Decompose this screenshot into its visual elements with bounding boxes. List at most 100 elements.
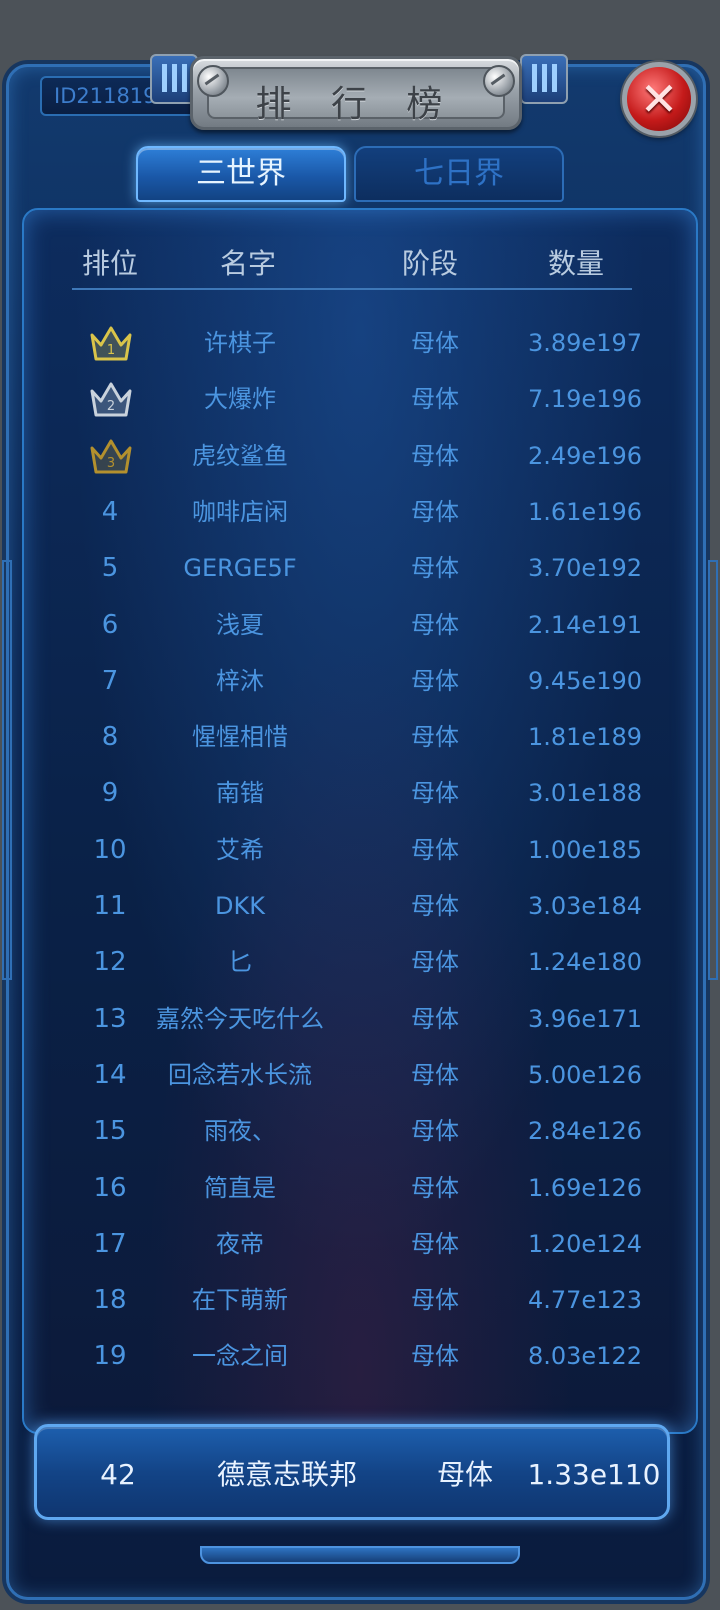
table-row[interactable]: 16 简直是 母体 1.69e126 xyxy=(0,1160,720,1216)
player-stage: 母体 xyxy=(411,497,459,526)
svg-text:3: 3 xyxy=(107,456,115,471)
rank-number: 17 xyxy=(93,1228,127,1259)
player-name: 惺惺相惜 xyxy=(192,723,288,752)
player-stage: 母体 xyxy=(411,1229,459,1258)
table-row[interactable]: 10 艾希 母体 1.00e185 xyxy=(0,822,720,878)
page-title: 排 行 榜 xyxy=(255,84,457,125)
crown-medal-icon: 1 xyxy=(88,323,134,363)
player-amount: 1.00e185 xyxy=(527,835,642,864)
table-row[interactable]: 6 浅夏 母体 2.14e191 xyxy=(0,597,720,653)
player-name: 匕 xyxy=(228,948,252,977)
table-row[interactable]: 5 GERGE5F 母体 3.70e192 xyxy=(0,540,720,596)
rank-number: 11 xyxy=(93,891,127,921)
player-name: GERGE5F xyxy=(183,554,297,583)
player-amount: 3.96e171 xyxy=(527,1004,642,1033)
player-name: 浅夏 xyxy=(216,610,264,639)
player-amount: 8.03e122 xyxy=(527,1342,642,1371)
player-name: 梓沐 xyxy=(216,666,264,695)
rank-number: 7 xyxy=(101,665,119,696)
player-name: 许棋子 xyxy=(204,329,276,357)
svg-text:2: 2 xyxy=(107,399,115,414)
player-amount: 1.20e124 xyxy=(527,1229,642,1258)
player-name: DKK xyxy=(215,892,265,920)
player-name: 简直是 xyxy=(204,1173,276,1202)
player-name: 夜帝 xyxy=(216,1229,264,1258)
player-stage: 母体 xyxy=(411,723,459,752)
rank-number: 18 xyxy=(93,1285,127,1316)
tab-seven-day[interactable]: 七日界 xyxy=(354,146,564,202)
close-icon: ✕ xyxy=(639,72,679,126)
svg-text:1: 1 xyxy=(107,343,115,358)
player-name: 咖啡店闲 xyxy=(192,497,288,526)
table-row[interactable]: 8 惺惺相惜 母体 1.81e189 xyxy=(0,709,720,765)
my-rank-row: 42 德意志联邦 母体 1.33e110 xyxy=(34,1424,670,1520)
header-amount: 数量 xyxy=(547,247,604,280)
table-row[interactable]: 17 夜帝 母体 1.20e124 xyxy=(0,1216,720,1272)
table-row[interactable]: 18 在下萌新 母体 4.77e123 xyxy=(0,1272,720,1328)
player-amount: 9.45e190 xyxy=(527,666,642,695)
table-row[interactable]: 3 虎纹鲨鱼 母体 2.49e196 xyxy=(0,428,720,484)
rank-number: 5 xyxy=(101,553,119,584)
player-stage: 母体 xyxy=(411,1004,459,1033)
player-name: 一念之间 xyxy=(192,1342,288,1371)
player-stage: 母体 xyxy=(411,892,459,920)
rank-number: 14 xyxy=(93,1059,127,1090)
table-row[interactable]: 13 嘉然今天吃什么 母体 3.96e171 xyxy=(0,991,720,1047)
player-name: 虎纹鲨鱼 xyxy=(192,441,288,470)
my-amount: 1.33e110 xyxy=(527,1458,661,1491)
player-name: 回念若水长流 xyxy=(168,1060,312,1089)
rank-number: 15 xyxy=(93,1116,127,1147)
player-amount: 5.00e126 xyxy=(527,1060,642,1089)
player-stage: 母体 xyxy=(411,779,459,808)
player-amount: 2.14e191 xyxy=(527,610,642,639)
player-amount: 1.24e180 xyxy=(527,948,642,977)
player-stage: 母体 xyxy=(411,948,459,977)
rank-number: 10 xyxy=(93,834,127,865)
table-row[interactable]: 4 咖啡店闲 母体 1.61e196 xyxy=(0,484,720,540)
rank-number: 6 xyxy=(101,609,119,640)
player-stage: 母体 xyxy=(411,554,459,583)
rank-number: 4 xyxy=(101,496,119,527)
player-name: 嘉然今天吃什么 xyxy=(156,1004,324,1033)
table-row[interactable]: 14 回念若水长流 母体 5.00e126 xyxy=(0,1047,720,1103)
table-row[interactable]: 7 梓沐 母体 9.45e190 xyxy=(0,653,720,709)
player-amount: 3.70e192 xyxy=(527,554,642,583)
tab-three-world[interactable]: 三世界 xyxy=(136,146,346,202)
table-row[interactable]: 1 许棋子 母体 3.89e197 xyxy=(0,315,720,371)
table-row[interactable]: 11 DKK 母体 3.03e184 xyxy=(0,878,720,934)
player-stage: 母体 xyxy=(411,1173,459,1202)
player-stage: 母体 xyxy=(411,1060,459,1089)
player-amount: 1.81e189 xyxy=(527,723,642,752)
player-stage: 母体 xyxy=(411,441,459,470)
rank-number: 19 xyxy=(93,1341,127,1372)
table-row[interactable]: 2 大爆炸 母体 7.19e196 xyxy=(0,371,720,427)
rank-number: 9 xyxy=(101,778,119,809)
rank-number: 13 xyxy=(93,1003,127,1034)
player-stage: 母体 xyxy=(411,329,459,357)
table-header: 排位 名字 阶段 数量 xyxy=(72,236,632,290)
title-plate: 排 行 榜 xyxy=(190,56,522,130)
header-stage: 阶段 xyxy=(401,247,458,280)
crown-medal-icon: 3 xyxy=(88,436,134,476)
rank-number: 12 xyxy=(93,947,127,978)
player-name: 在下萌新 xyxy=(192,1286,288,1315)
player-stage: 母体 xyxy=(411,1117,459,1146)
close-button[interactable]: ✕ xyxy=(622,62,696,136)
table-row[interactable]: 19 一念之间 母体 8.03e122 xyxy=(0,1328,720,1384)
player-amount: 1.61e196 xyxy=(527,497,642,526)
rank-number: 16 xyxy=(93,1172,127,1203)
my-name: 德意志联邦 xyxy=(216,1458,357,1491)
player-stage: 母体 xyxy=(411,385,459,414)
player-amount: 7.19e196 xyxy=(527,385,642,414)
my-rank: 42 xyxy=(100,1458,136,1491)
header-name: 名字 xyxy=(219,247,276,280)
table-row[interactable]: 15 雨夜、 母体 2.84e126 xyxy=(0,1103,720,1159)
title-right-ornament xyxy=(520,54,568,104)
player-amount: 3.03e184 xyxy=(527,892,642,920)
player-name: 雨夜、 xyxy=(204,1117,276,1146)
player-stage: 母体 xyxy=(411,610,459,639)
table-row[interactable]: 9 南锴 母体 3.01e188 xyxy=(0,765,720,821)
player-amount: 2.49e196 xyxy=(527,441,642,470)
table-row[interactable]: 12 匕 母体 1.24e180 xyxy=(0,934,720,990)
player-amount: 3.89e197 xyxy=(527,329,642,357)
